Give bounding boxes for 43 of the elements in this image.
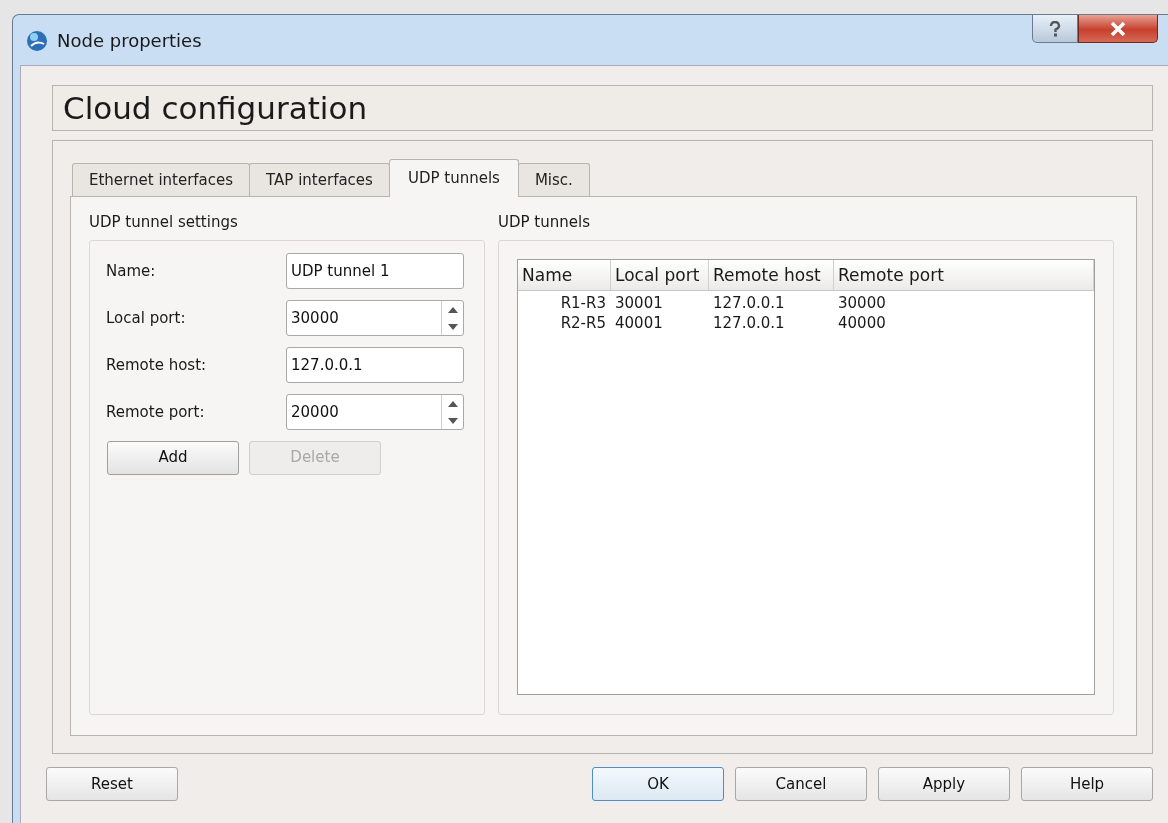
close-button[interactable]	[1078, 15, 1158, 43]
column-header[interactable]: Remote host	[709, 259, 834, 290]
group-title: UDP tunnels	[498, 212, 591, 233]
tab[interactable]: TAP interfaces	[249, 163, 390, 196]
window-title: Node properties	[57, 28, 202, 53]
app-icon	[25, 28, 49, 52]
column-header[interactable]: Remote port	[834, 259, 1094, 290]
table-cell-text: 127.0.0.1	[712, 312, 786, 333]
dialog-button[interactable]: Help	[1021, 767, 1153, 801]
column-header[interactable]: Name	[518, 259, 611, 290]
add-button[interactable]: Add	[107, 440, 239, 475]
spin-box[interactable]: 30000	[286, 300, 464, 336]
dialog-button[interactable]: Cancel	[735, 767, 867, 801]
table-cell-text: 30000	[837, 292, 887, 313]
dialog-button[interactable]: Reset	[46, 767, 178, 801]
up-arrow-icon[interactable]	[447, 400, 458, 407]
table-cell-text: R2-R5	[559, 312, 607, 333]
input-field[interactable]: 127.0.0.1	[286, 347, 464, 383]
field-label: Name:	[106, 260, 157, 282]
dialog-button[interactable]: Apply	[878, 767, 1010, 801]
close-icon	[1110, 21, 1126, 36]
up-arrow-icon[interactable]	[447, 306, 458, 313]
group-title: UDP tunnel settings	[89, 212, 239, 233]
page-heading: Cloud configuration	[52, 85, 1153, 131]
tab[interactable]: Misc.	[517, 163, 590, 196]
down-arrow-icon[interactable]	[447, 417, 458, 424]
field-label: Local port:	[106, 307, 187, 329]
spin-box[interactable]: 20000	[286, 394, 464, 430]
table-cell-text: 127.0.0.1	[712, 292, 786, 313]
table-cell-text: R1-R3	[559, 292, 607, 313]
help-button[interactable]	[1032, 15, 1078, 43]
field-label: Remote port:	[106, 401, 206, 423]
table-cell-text: 40000	[837, 312, 887, 333]
help-icon	[1049, 20, 1061, 37]
tab[interactable]: Ethernet interfaces	[72, 163, 251, 196]
column-header[interactable]: Local port	[611, 259, 709, 290]
table-cell-text: 40001	[614, 312, 664, 333]
tab[interactable]: UDP tunnels	[388, 159, 519, 197]
input-field[interactable]: UDP tunnel 1	[286, 253, 464, 289]
field-label: Remote host:	[106, 354, 208, 376]
table-cell-text: 30001	[614, 292, 664, 313]
down-arrow-icon[interactable]	[447, 323, 458, 330]
dialog-button[interactable]: OK	[592, 767, 724, 801]
